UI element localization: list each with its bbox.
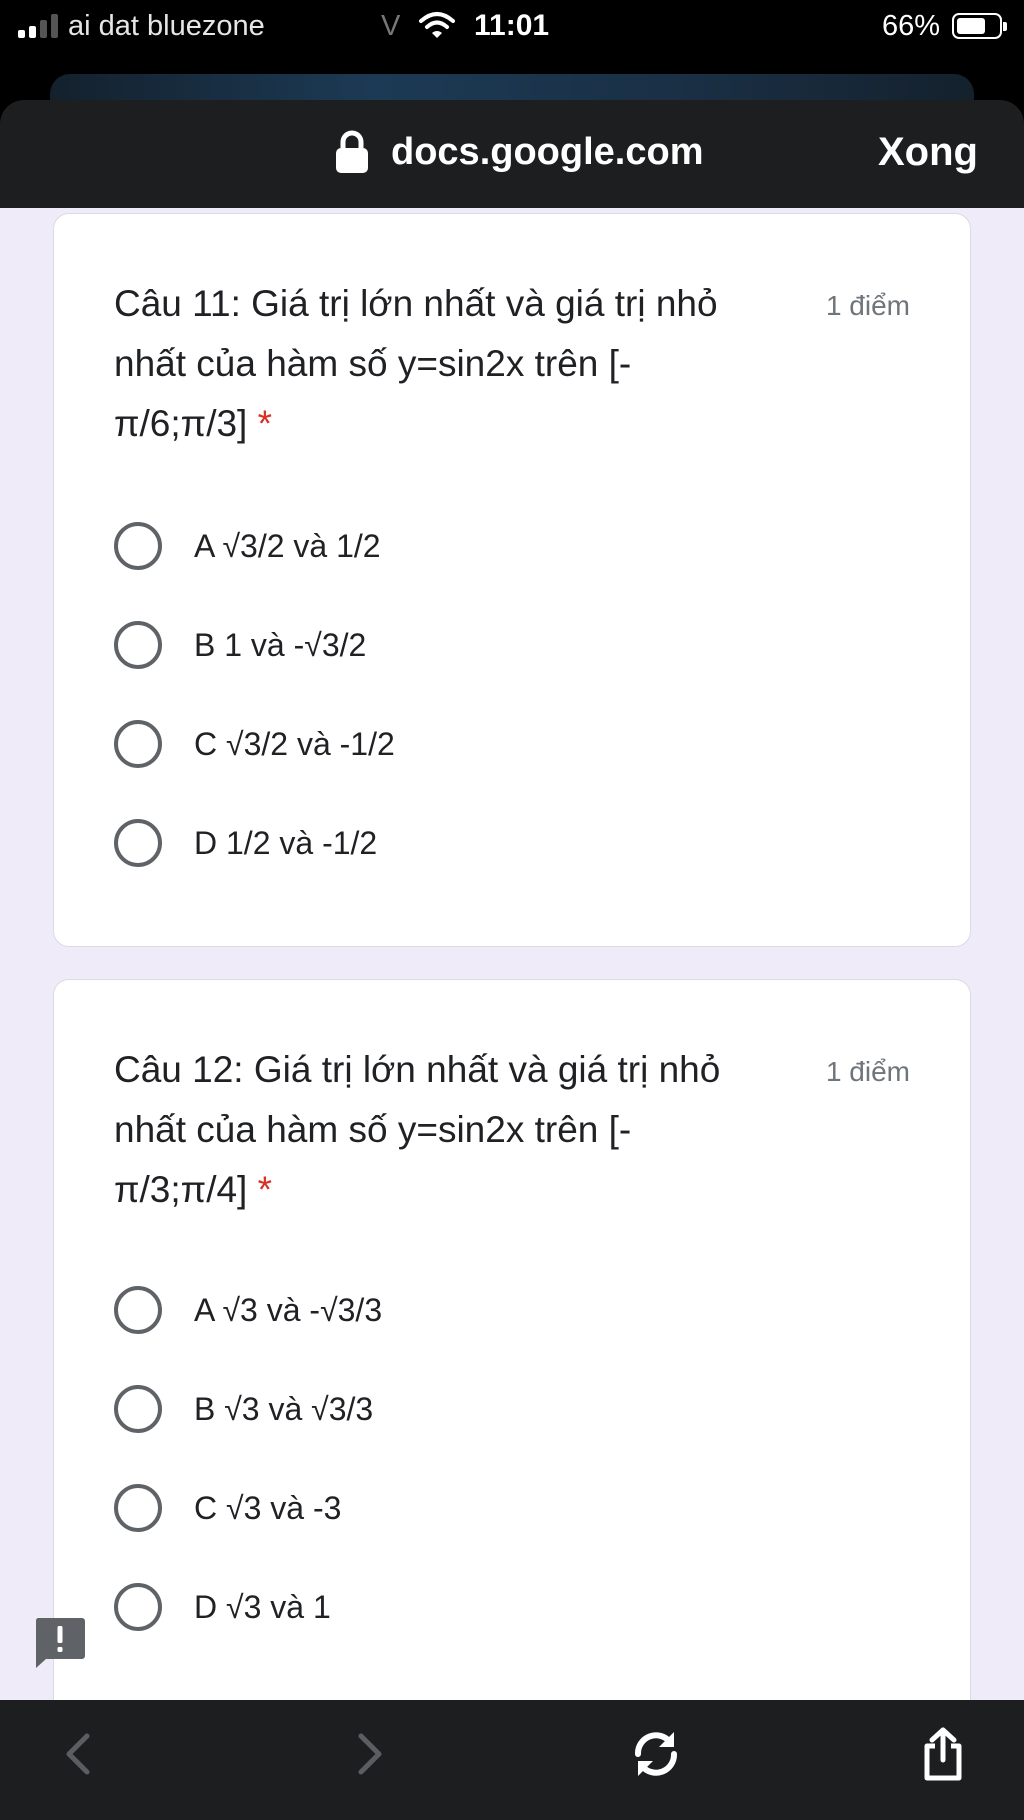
lock-icon — [336, 130, 368, 173]
option-label: C √3 và -3 — [194, 1489, 342, 1526]
feedback-icon[interactable] — [34, 1616, 86, 1668]
answer-option[interactable]: B √3 và √3/3 — [114, 1379, 373, 1439]
question-card: Câu 11: Giá trị lớn nhất và giá trị nhỏ … — [53, 213, 971, 947]
radio-button[interactable] — [114, 819, 162, 867]
answer-option[interactable]: A √3/2 và 1/2 — [114, 516, 381, 576]
battery-icon — [952, 13, 1007, 39]
option-label: A √3 và -√3/3 — [194, 1291, 383, 1328]
option-label: B √3 và √3/3 — [194, 1390, 374, 1427]
share-button[interactable] — [908, 1722, 978, 1786]
question-title: Câu 12: Giá trị lớn nhất và giá trị nhỏ … — [114, 1040, 764, 1220]
option-label: A √3/2 và 1/2 — [194, 527, 381, 564]
radio-button[interactable] — [114, 1286, 162, 1334]
answer-option[interactable]: A √3 và -√3/3 — [114, 1280, 382, 1340]
done-button[interactable]: Xong — [878, 130, 978, 175]
status-bar: ai dat bluezone V 11:01 66% — [0, 0, 1024, 56]
radio-button[interactable] — [114, 1484, 162, 1532]
answer-option[interactable]: C √3 và -3 — [114, 1478, 341, 1538]
chevron-right-icon — [358, 1733, 382, 1775]
option-label: C √3/2 và -1/2 — [194, 725, 395, 762]
refresh-button[interactable] — [621, 1722, 691, 1786]
form-page: Câu 11: Giá trị lớn nhất và giá trị nhỏ … — [0, 208, 1024, 1700]
required-asterisk: * — [257, 1169, 273, 1210]
share-icon — [924, 1727, 962, 1781]
option-label: D √3 và 1 — [194, 1588, 331, 1625]
forward-button[interactable] — [336, 1722, 406, 1786]
signal-strength-icon — [18, 14, 58, 38]
carrier-name: ai dat bluezone — [68, 10, 265, 42]
option-label: B 1 và -√3/2 — [194, 626, 367, 663]
radio-button[interactable] — [114, 621, 162, 669]
question-card: Câu 12: Giá trị lớn nhất và giá trị nhỏ … — [53, 979, 971, 1700]
answer-option[interactable]: D 1/2 và -1/2 — [114, 813, 377, 873]
radio-button[interactable] — [114, 1385, 162, 1433]
battery-percentage: 66% — [882, 10, 941, 42]
answer-option[interactable]: D √3 và 1 — [114, 1577, 331, 1637]
vpn-indicator: V — [381, 10, 401, 42]
question-text: Câu 12: Giá trị lớn nhất và giá trị nhỏ … — [114, 1049, 721, 1210]
chevron-left-icon — [66, 1733, 90, 1775]
radio-button[interactable] — [114, 1583, 162, 1631]
refresh-icon — [635, 1732, 677, 1776]
question-points: 1 điểm — [825, 290, 910, 321]
required-asterisk: * — [257, 403, 273, 444]
wifi-icon — [419, 12, 455, 38]
question-title: Câu 11: Giá trị lớn nhất và giá trị nhỏ … — [114, 274, 764, 454]
answer-option[interactable]: B 1 và -√3/2 — [114, 615, 366, 675]
question-points: 1 điểm — [825, 1056, 910, 1087]
option-label: D 1/2 và -1/2 — [194, 824, 378, 861]
clock: 11:01 — [474, 9, 550, 42]
radio-button[interactable] — [114, 720, 162, 768]
browser-toolbar — [0, 1700, 1024, 1820]
answer-option[interactable]: C √3/2 và -1/2 — [114, 714, 395, 774]
radio-button[interactable] — [114, 522, 162, 570]
question-text: Câu 11: Giá trị lớn nhất và giá trị nhỏ … — [114, 283, 718, 444]
url-text[interactable]: docs.google.com — [391, 131, 703, 174]
back-button[interactable] — [42, 1722, 112, 1786]
